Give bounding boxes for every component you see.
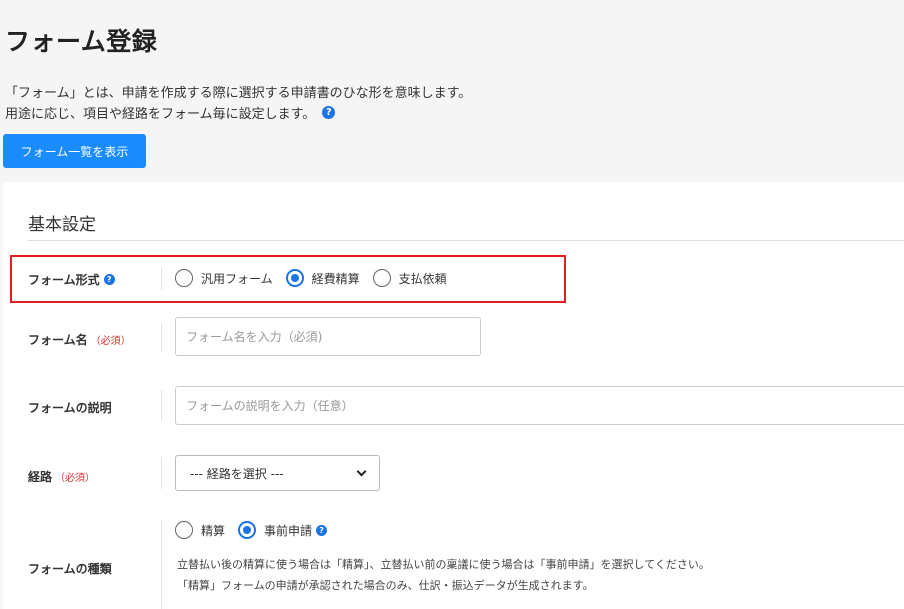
page-description-line1: 「フォーム」とは、申請を作成する際に選択する申請書のひな形を意味します。 xyxy=(5,86,472,101)
help-icon[interactable]: ? xyxy=(322,106,336,119)
required-badge: （必須） xyxy=(90,336,131,347)
form-kind-row: フォームの種類 精算 事前申請 ? 立替払い後の精算に使う場合は「精算」、立替払… xyxy=(3,516,904,609)
form-description-label: フォームの説明 xyxy=(28,401,112,415)
page-description-line2-text: 用途に応じ、項目や経路をフォーム毎に設定します。 xyxy=(5,107,316,122)
form-kind-hint-line2: 「精算」フォームの申請が承認された場合のみ、仕訳・振込データが生成されます。 xyxy=(177,579,594,592)
row-divider xyxy=(161,520,162,609)
form-kind-option-pre-application[interactable]: 事前申請 ? xyxy=(238,521,328,539)
form-name-label-text: フォーム名 xyxy=(28,333,88,347)
show-form-list-button[interactable]: フォーム一覧を表示 xyxy=(3,134,146,168)
radio-unchecked-icon[interactable] xyxy=(175,521,193,539)
basic-settings-card: 基本設定 フォーム形式 ? 汎用フォーム 経費精算 支払依頼 フォーム名 （必須… xyxy=(3,182,904,609)
chevron-down-icon xyxy=(356,466,367,476)
form-kind-option-settlement[interactable]: 精算 xyxy=(175,521,225,539)
highlight-box xyxy=(10,255,566,303)
route-label-text: 経路 xyxy=(28,470,53,484)
row-divider xyxy=(161,324,162,352)
form-name-input[interactable] xyxy=(175,317,481,356)
row-divider xyxy=(161,390,162,420)
route-row: 経路 （必須） --- 経路を選択 --- xyxy=(3,452,904,496)
required-badge: （必須） xyxy=(55,473,96,484)
route-label: 経路 （必須） xyxy=(28,468,95,485)
form-name-label: フォーム名 （必須） xyxy=(28,331,131,348)
section-divider xyxy=(28,240,904,241)
section-title: 基本設定 xyxy=(28,215,96,235)
form-description-input[interactable] xyxy=(175,386,904,425)
route-select[interactable]: --- 経路を選択 --- xyxy=(175,455,380,491)
form-description-row: フォームの説明 xyxy=(3,380,904,430)
form-kind-hint-line1: 立替払い後の精算に使う場合は「精算」、立替払い前の稟議に使う場合は「事前申請」を… xyxy=(177,558,710,571)
radio-checked-icon[interactable] xyxy=(238,521,257,539)
form-kind-option-label: 精算 xyxy=(201,523,226,538)
form-kind-option-label: 事前申請 xyxy=(264,523,313,538)
form-name-row: フォーム名 （必須） xyxy=(3,312,904,362)
row-divider xyxy=(161,457,162,489)
form-kind-label: フォームの種類 xyxy=(28,562,112,576)
page-description-line2: 用途に応じ、項目や経路をフォーム毎に設定します。 ? xyxy=(5,103,336,122)
page-title: フォーム登録 xyxy=(5,27,158,56)
form-kind-radio-group: 精算 事前申請 ? xyxy=(175,521,340,539)
route-select-value: --- 経路を選択 --- xyxy=(190,466,284,481)
form-kind-help-icon[interactable]: ? xyxy=(316,524,328,536)
